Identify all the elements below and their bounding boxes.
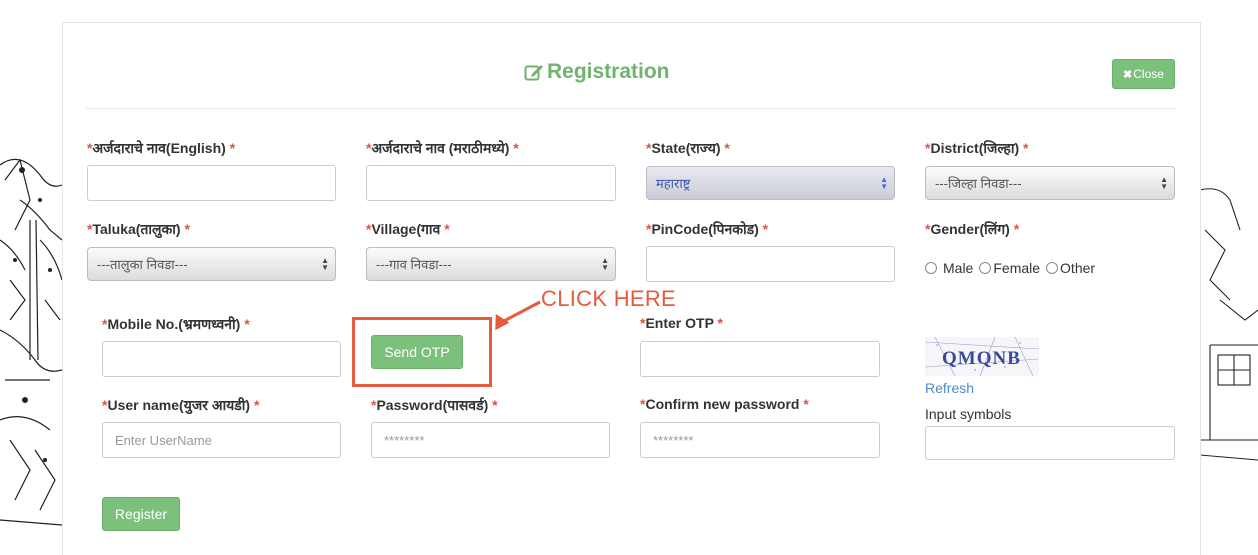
gender-other-option[interactable]: Other (1046, 260, 1095, 276)
radio-female[interactable] (979, 262, 992, 274)
state-select[interactable]: महाराष्ट्र ▲ ▼ (646, 166, 895, 200)
gender-male-option[interactable]: Male (925, 260, 973, 276)
background-tree-sketch-left (0, 158, 62, 526)
annotation-arrow-icon (495, 300, 541, 331)
background-house-sketch-right (1200, 188, 1258, 461)
gender-female-option[interactable]: Female (979, 260, 1040, 276)
radio-male[interactable] (925, 262, 937, 274)
captcha-text: QMQNB (942, 348, 1021, 369)
otp-label: *Enter OTP * (640, 315, 723, 331)
page-title: Registration (524, 60, 670, 84)
district-select[interactable]: ---जिल्हा निवडा--- ▲ ▼ (925, 166, 1175, 200)
captcha-refresh-link[interactable]: Refresh (925, 380, 974, 396)
close-icon: ✖ (1123, 68, 1133, 81)
captcha-input[interactable] (925, 426, 1175, 460)
name-marathi-label: *अर्जदाराचे नाव (मराठीमध्ये) * (366, 140, 519, 156)
taluka-label: *Taluka(तालुका) * (87, 221, 190, 237)
edit-icon (524, 64, 543, 80)
taluka-select[interactable]: ---तालुका निवडा--- ▲ ▼ (87, 247, 336, 281)
divider (86, 108, 1175, 109)
confirm-password-input[interactable]: ******** (640, 422, 880, 458)
mobile-input[interactable] (102, 341, 341, 377)
username-label: *User name(युजर आयडी) * (102, 397, 260, 413)
mobile-label: *Mobile No.(भ्रमणध्वनी) * (102, 316, 250, 332)
state-select-value: महाराष्ट्र (656, 176, 691, 191)
village-select-value: ---गाव निवडा--- (376, 257, 452, 272)
send-otp-label: Send OTP (384, 344, 450, 360)
name-english-input[interactable] (87, 165, 336, 201)
annotation-text: CLICK HERE (541, 286, 677, 311)
pincode-label: *PinCode(पिनकोड) * (646, 221, 769, 237)
select-arrows-icon: ▲ ▼ (1160, 175, 1168, 191)
name-marathi-input[interactable] (366, 165, 616, 201)
gender-label: *Gender(लिंग) * (925, 221, 1020, 237)
password-label: *Password(पासवर्ड) * (371, 397, 498, 413)
send-otp-button[interactable]: Send OTP (371, 335, 463, 369)
captcha-input-label: Input symbols (925, 406, 1012, 422)
taluka-select-value: ---तालुका निवडा--- (97, 257, 188, 272)
username-input[interactable]: Enter UserName (102, 422, 341, 458)
title-text: Registration (547, 60, 670, 83)
select-arrows-icon: ▲ ▼ (880, 175, 888, 191)
confirm-password-label: *Confirm new password * (640, 396, 809, 412)
captcha-image: QMQNB (925, 337, 1039, 376)
close-button[interactable]: ✖ Close (1112, 59, 1175, 89)
village-label: *Village(गाव * (366, 221, 450, 237)
name-english-label: *अर्जदाराचे नाव(English) * (87, 140, 236, 156)
district-select-value: ---जिल्हा निवडा--- (935, 176, 1022, 191)
register-button[interactable]: Register (102, 497, 180, 531)
password-placeholder: ******** (384, 432, 425, 448)
radio-other[interactable] (1046, 262, 1059, 274)
username-placeholder: Enter UserName (115, 432, 212, 448)
pincode-input[interactable] (646, 246, 895, 282)
village-select[interactable]: ---गाव निवडा--- ▲ ▼ (366, 247, 616, 281)
state-label: *State(राज्य) * (646, 140, 730, 156)
confirm-password-placeholder: ******** (653, 432, 694, 448)
otp-input[interactable] (640, 341, 880, 377)
close-label: Close (1133, 67, 1164, 81)
gender-radio-group: Male Female Other (925, 260, 1101, 276)
password-input[interactable]: ******** (371, 422, 610, 458)
district-label: *District(जिल्हा) * (925, 140, 1029, 156)
select-arrows-icon: ▲ ▼ (601, 256, 609, 272)
register-label: Register (114, 506, 168, 522)
select-arrows-icon: ▲ ▼ (321, 256, 329, 272)
